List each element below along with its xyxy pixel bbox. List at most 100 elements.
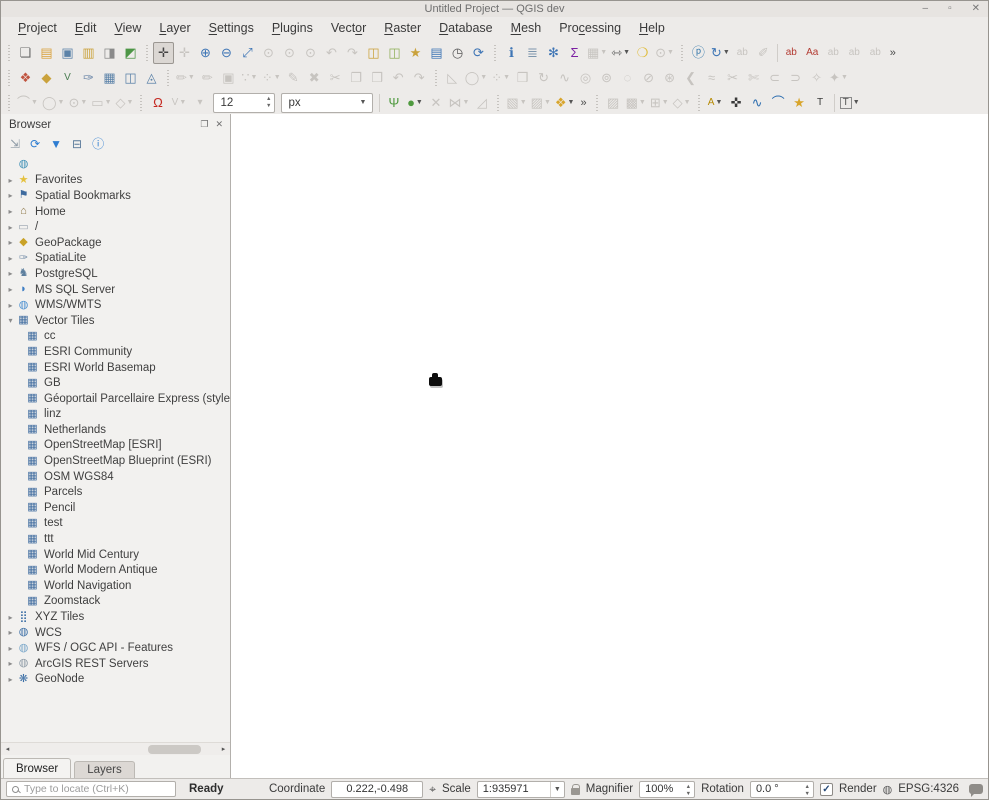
tree-item-gb[interactable]: ▦GB: [1, 375, 230, 391]
collapse-all-button[interactable]: ⊟: [72, 135, 82, 153]
menu-view[interactable]: View: [105, 18, 150, 38]
tree-item-esri-world-basemap[interactable]: ▦ESRI World Basemap: [1, 360, 230, 376]
tree-item-geoportail[interactable]: ▦Géoportail Parcellaire Express (style n…: [1, 391, 230, 407]
tree-item-world-mid-century[interactable]: ▦World Mid Century: [1, 547, 230, 563]
toolbar-drag-handle[interactable]: [143, 44, 151, 62]
toolbar-overflow-row3[interactable]: »: [576, 97, 590, 109]
save-project-button[interactable]: ▣: [57, 42, 78, 64]
browser-horizontal-scrollbar[interactable]: ◂ ▸: [1, 742, 230, 755]
tree-item-wfs-ogc-api[interactable]: ▸◍WFS / OGC API - Features: [1, 640, 230, 656]
tree-item-test[interactable]: ▦test: [1, 516, 230, 532]
toolbar-drag-handle[interactable]: [678, 44, 686, 62]
new-print-layout-button[interactable]: ▥: [78, 42, 99, 64]
show-bookmarks-button[interactable]: ▤: [426, 42, 447, 64]
open-project-button[interactable]: ▤: [36, 42, 57, 64]
zoom-out-button[interactable]: ⊖: [216, 42, 237, 64]
toolbar-drag-handle[interactable]: [695, 94, 703, 112]
menu-processing[interactable]: Processing: [550, 18, 630, 38]
tree-item-vector-tiles-expander[interactable]: ▾: [5, 316, 16, 325]
toolbar-drag-handle[interactable]: [5, 44, 13, 62]
enable-tracing-button[interactable]: Ψ: [383, 92, 404, 114]
refresh-browser-button[interactable]: ⟳: [30, 135, 40, 153]
menu-project[interactable]: Project: [9, 18, 66, 38]
layout-manager-button[interactable]: ◨: [99, 42, 120, 64]
locator-search[interactable]: [6, 781, 176, 797]
magnifier-spinbox[interactable]: 100% ▲▼: [639, 781, 695, 798]
tree-item-parcels[interactable]: ▦Parcels: [1, 484, 230, 500]
data-source-manager-button[interactable]: ❖: [15, 67, 36, 89]
tree-item-favorites[interactable]: ▸★Favorites: [1, 173, 230, 189]
tree-item-favorites-expander[interactable]: ▸: [5, 176, 16, 185]
tree-item-wms-wmts[interactable]: ▸◍WMS/WMTS: [1, 297, 230, 313]
zoom-full-button[interactable]: ⤢: [237, 42, 258, 64]
menu-mesh[interactable]: Mesh: [502, 18, 551, 38]
rotation-spin-arrows[interactable]: ▲▼: [804, 784, 809, 798]
snapping-tolerance-spinbox[interactable]: 12▲▼: [213, 93, 275, 113]
tree-item-geonode-expander[interactable]: ▸: [5, 675, 16, 684]
tree-item-geonode[interactable]: ▸❋GeoNode: [1, 672, 230, 688]
log-messages-icon[interactable]: [969, 784, 983, 794]
tree-item-osm-wgs84[interactable]: ▦OSM WGS84: [1, 469, 230, 485]
zoom-in-button[interactable]: ⊕: [195, 42, 216, 64]
tree-item-world-navigation[interactable]: ▦World Navigation: [1, 578, 230, 594]
new-3d-map-view-button[interactable]: ◫: [384, 42, 405, 64]
toolbar-drag-handle[interactable]: [5, 69, 13, 87]
annotation-layer-button[interactable]: A▼: [705, 92, 726, 114]
title-bar[interactable]: Untitled Project — QGIS dev –▫✕: [1, 1, 988, 17]
new-spatial-bookmark-button[interactable]: ★: [405, 42, 426, 64]
tree-item-wcs-expander[interactable]: ▸: [5, 628, 16, 637]
toolbar-drag-handle[interactable]: [491, 44, 499, 62]
tree-item-linz[interactable]: ▦linz: [1, 407, 230, 423]
tree-item-world-modern-antique[interactable]: ▦World Modern Antique: [1, 562, 230, 578]
float-panel-button[interactable]: ❐: [200, 119, 208, 130]
toolbar-drag-handle[interactable]: [5, 94, 13, 112]
enable-snapping-button[interactable]: Ω: [147, 92, 168, 114]
new-project-button[interactable]: ❏: [15, 42, 36, 64]
curve-annotation-button[interactable]: ⌒: [768, 92, 789, 114]
add-selected-layers-button[interactable]: ⇲: [10, 135, 20, 153]
tab-layers[interactable]: Layers: [74, 761, 135, 778]
map-tips-button[interactable]: ❍: [632, 42, 653, 64]
tree-item-xyz-tiles[interactable]: ▸⣿XYZ Tiles: [1, 609, 230, 625]
coordinate-input[interactable]: 0.222,-0.498: [331, 781, 423, 798]
refresh-map-button[interactable]: ⟳: [468, 42, 489, 64]
statistical-summary-button[interactable]: Σ: [564, 42, 585, 64]
new-gpx-layer-button[interactable]: ◫: [120, 67, 141, 89]
pan-map-button[interactable]: ✛: [153, 42, 174, 64]
menu-vector[interactable]: Vector: [322, 18, 375, 38]
toolbar-overflow-row1[interactable]: »: [886, 47, 900, 59]
menu-raster[interactable]: Raster: [375, 18, 430, 38]
tree-item-spatialite[interactable]: ▸✑SpatiaLite: [1, 251, 230, 267]
tree-item-geopackage[interactable]: ▸◆GeoPackage: [1, 235, 230, 251]
tree-item-wcs[interactable]: ▸◍WCS: [1, 625, 230, 641]
tree-item-xyz-tiles-expander[interactable]: ▸: [5, 613, 16, 622]
crs-status-button[interactable]: EPSG:4326: [898, 783, 959, 795]
tree-item-spatial-bookmarks-expander[interactable]: ▸: [5, 191, 16, 200]
temporal-controller-button[interactable]: ◷: [447, 42, 468, 64]
snapping-tolerance-spinbox-arrows[interactable]: ▲▼: [266, 96, 271, 110]
manage-plugins-button[interactable]: ↻▼: [709, 42, 732, 64]
tree-item-arcgis-rest-servers-expander[interactable]: ▸: [5, 659, 16, 668]
new-map-view-button[interactable]: ◫: [363, 42, 384, 64]
scroll-left-arrow[interactable]: ◂: [1, 745, 14, 753]
measure-button[interactable]: ⇿▼: [609, 42, 632, 64]
toolbar-drag-handle[interactable]: [137, 94, 145, 112]
map-canvas[interactable]: [231, 114, 988, 778]
tree-item-root-folder[interactable]: ▸▭/: [1, 219, 230, 235]
magnifier-spin-arrows[interactable]: ▲▼: [686, 784, 691, 798]
minimize-button[interactable]: –: [923, 2, 929, 16]
new-geopackage-button[interactable]: ◆: [36, 67, 57, 89]
close-panel-button[interactable]: ✕: [215, 119, 223, 130]
scrollbar-track[interactable]: [14, 745, 217, 754]
deselect-all-button[interactable]: ❖▼: [553, 92, 577, 114]
menu-database[interactable]: Database: [430, 18, 502, 38]
maximize-button[interactable]: ▫: [948, 2, 952, 16]
tree-item-home[interactable]: ▸⌂Home: [1, 204, 230, 220]
tree-item-ms-sql-server-expander[interactable]: ▸: [5, 285, 16, 294]
menu-edit[interactable]: Edit: [66, 18, 106, 38]
scrollbar-thumb[interactable]: [148, 745, 201, 754]
filter-browser-button[interactable]: ▼: [50, 135, 62, 153]
tree-item-ttt[interactable]: ▦ttt: [1, 531, 230, 547]
toolbar-drag-handle[interactable]: [164, 69, 172, 87]
scale-combobox[interactable]: 1:935971 ▼: [477, 781, 565, 798]
